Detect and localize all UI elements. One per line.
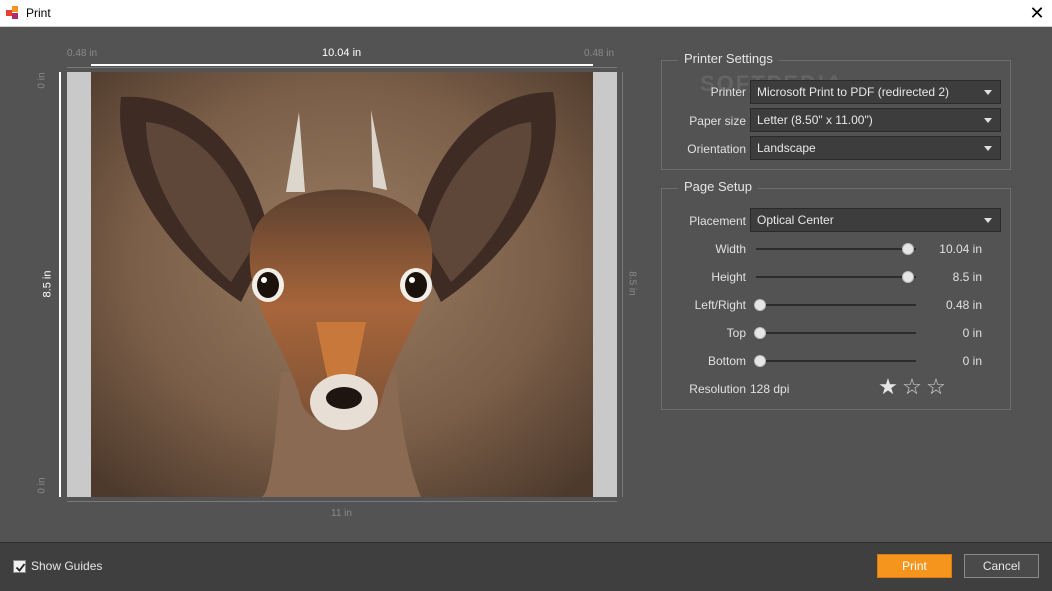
star-filled-icon: ★ bbox=[878, 374, 898, 399]
paper-size-value: Letter (8.50" x 11.00") bbox=[757, 113, 873, 127]
left-right-label: Left/Right bbox=[694, 298, 746, 312]
orientation-select[interactable]: Landscape bbox=[750, 136, 1001, 160]
show-guides-checkbox[interactable] bbox=[13, 560, 26, 573]
right-guide-line bbox=[622, 72, 623, 497]
margin-right-measure: 0.48 in bbox=[584, 48, 615, 59]
show-guides-label[interactable]: Show Guides bbox=[31, 559, 102, 573]
left-right-value: 0.48 in bbox=[945, 298, 982, 312]
placement-label: Placement bbox=[689, 214, 746, 228]
height-value: 8.5 in bbox=[952, 270, 982, 284]
width-slider[interactable] bbox=[756, 248, 916, 250]
app-icon bbox=[6, 6, 20, 20]
bottom-slider-handle[interactable] bbox=[754, 355, 766, 367]
orientation-label: Orientation bbox=[687, 142, 746, 156]
left-right-slider[interactable] bbox=[756, 304, 916, 306]
close-icon[interactable]: ✕ bbox=[1022, 0, 1052, 27]
top-value: 0 in bbox=[962, 326, 982, 340]
resolution-label: Resolution bbox=[689, 382, 746, 396]
window-title: Print bbox=[26, 6, 51, 20]
resolution-value: 128 dpi bbox=[750, 382, 790, 396]
margin-left-measure: 0.48 in bbox=[67, 48, 98, 59]
printer-settings-title: Printer Settings bbox=[678, 51, 779, 66]
left-right-slider-handle[interactable] bbox=[754, 299, 766, 311]
printer-value: Microsoft Print to PDF (redirected 2) bbox=[757, 85, 950, 99]
checkmark-icon bbox=[15, 563, 26, 572]
orientation-value: Landscape bbox=[757, 141, 816, 155]
quality-rating: ★ ☆ ☆ bbox=[876, 376, 948, 398]
title-bar: Print ✕ bbox=[0, 0, 1052, 27]
print-button[interactable]: Print bbox=[877, 554, 952, 578]
page-setup-title: Page Setup bbox=[678, 179, 758, 194]
paper-size-select[interactable]: Letter (8.50" x 11.00") bbox=[750, 108, 1001, 132]
placement-select[interactable]: Optical Center bbox=[750, 208, 1001, 232]
paper-size-label: Paper size bbox=[689, 114, 746, 128]
bottom-margin-measure: 0 in bbox=[36, 477, 48, 494]
top-slider[interactable] bbox=[756, 332, 916, 334]
placement-value: Optical Center bbox=[757, 213, 834, 227]
bottom-label: Bottom bbox=[707, 354, 746, 368]
top-label: Top bbox=[726, 326, 746, 340]
height-slider[interactable] bbox=[756, 276, 916, 278]
height-ruler bbox=[59, 72, 61, 497]
bottom-guide-line bbox=[67, 501, 617, 502]
width-ruler bbox=[91, 64, 593, 66]
top-guide-line bbox=[67, 67, 617, 68]
chevron-down-icon bbox=[984, 90, 992, 95]
bottom-slider[interactable] bbox=[756, 360, 916, 362]
cancel-button[interactable]: Cancel bbox=[964, 554, 1039, 578]
printer-select[interactable]: Microsoft Print to PDF (redirected 2) bbox=[750, 80, 1001, 104]
width-measure: 10.04 in bbox=[322, 47, 362, 59]
height-measure: 8.5 in bbox=[41, 270, 54, 298]
width-value: 10.04 in bbox=[939, 242, 982, 256]
preview-image[interactable] bbox=[91, 72, 593, 497]
bottom-value: 0 in bbox=[962, 354, 982, 368]
height-measure-right: 8.5 in bbox=[626, 271, 638, 296]
chevron-down-icon bbox=[984, 218, 992, 223]
paper-width-measure: 11 in bbox=[331, 508, 352, 519]
chevron-down-icon bbox=[984, 118, 992, 123]
width-label: Width bbox=[715, 242, 746, 256]
height-label: Height bbox=[711, 270, 746, 284]
star-empty-icon: ☆ bbox=[926, 374, 946, 399]
star-empty-icon: ☆ bbox=[902, 374, 922, 399]
top-margin-measure: 0 in bbox=[36, 72, 48, 89]
chevron-down-icon bbox=[984, 146, 992, 151]
printer-label: Printer bbox=[710, 85, 746, 99]
top-slider-handle[interactable] bbox=[754, 327, 766, 339]
